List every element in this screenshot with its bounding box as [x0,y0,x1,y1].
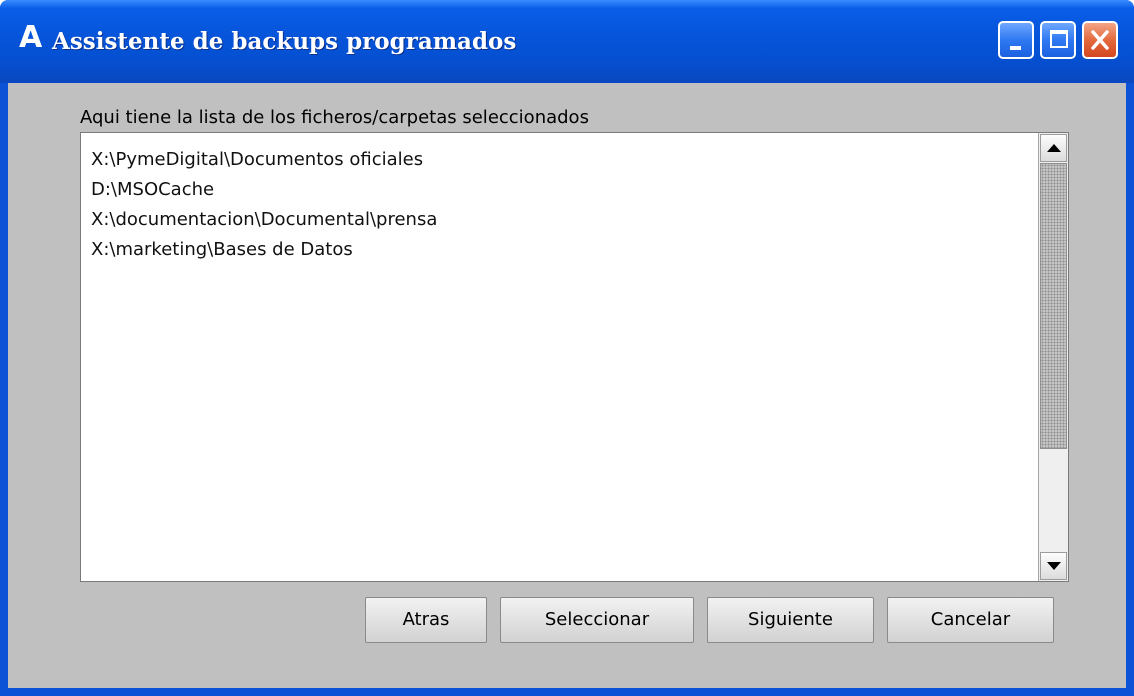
list-item[interactable]: X:\PymeDigital\Documentos oficiales [91,145,437,175]
select-button[interactable]: Seleccionar [500,597,694,643]
list-item[interactable]: X:\marketing\Bases de Datos [91,235,437,265]
window-title: Assistente de backups programados [52,28,517,55]
arrow-up-icon [1047,144,1061,152]
cancel-button[interactable]: Cancelar [887,597,1054,643]
list-item[interactable]: D:\MSOCache [91,175,437,205]
list-item[interactable]: X:\documentacion\Documental\prensa [91,205,437,235]
client-area: Aqui tiene la lista de los ficheros/carp… [8,83,1126,688]
maximize-button[interactable] [1040,21,1076,59]
app-logo: A [19,20,43,55]
vertical-scrollbar[interactable] [1038,133,1068,581]
maximize-icon [1050,30,1068,48]
scroll-thumb[interactable] [1040,163,1067,449]
scroll-down-button[interactable] [1040,552,1067,580]
back-button[interactable]: Atras [365,597,487,643]
minimize-button[interactable] [998,21,1034,59]
close-icon [1091,30,1109,50]
scroll-up-button[interactable] [1040,134,1067,162]
list-caption: Aqui tiene la lista de los ficheros/carp… [80,107,589,128]
dialog-window: A Assistente de backups programados Aqui… [0,0,1134,696]
next-button[interactable]: Siguiente [707,597,874,643]
selected-files-list[interactable]: X:\PymeDigital\Documentos oficiales D:\M… [80,132,1069,582]
title-bar[interactable]: A Assistente de backups programados [0,0,1134,83]
close-button[interactable] [1082,21,1118,59]
arrow-down-icon [1047,562,1061,570]
list-items: X:\PymeDigital\Documentos oficiales D:\M… [91,145,437,265]
minimize-icon [1010,46,1021,50]
